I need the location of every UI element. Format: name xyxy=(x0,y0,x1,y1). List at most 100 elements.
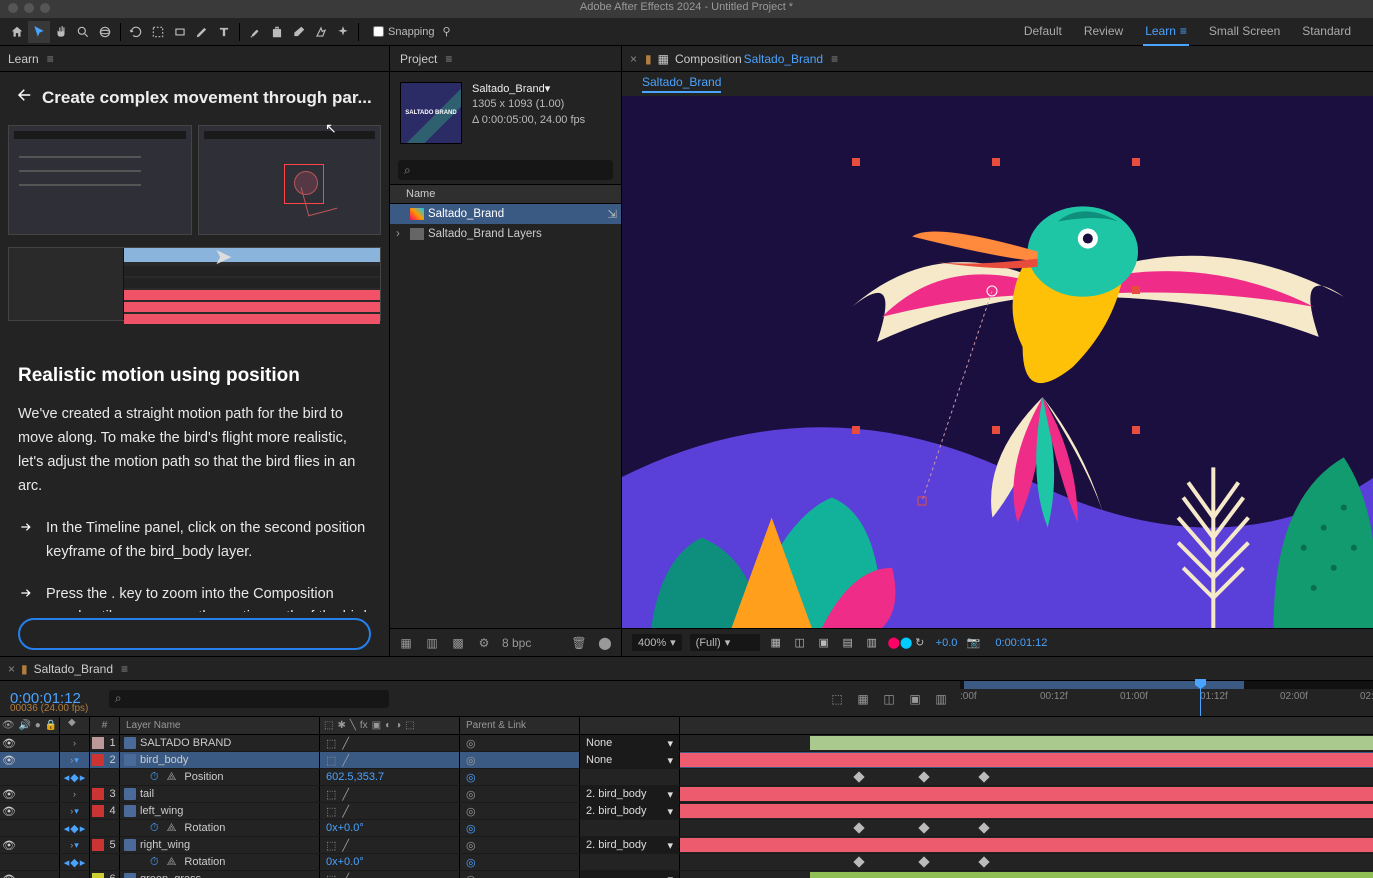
layer-bar[interactable] xyxy=(680,803,1373,819)
flowchart-icon[interactable]: ⇲ xyxy=(607,207,617,221)
pickwhip-icon[interactable]: ◎ xyxy=(466,839,476,852)
property-value[interactable]: 0x+0.0° xyxy=(326,856,364,868)
hand-tool-icon[interactable] xyxy=(50,21,72,43)
prev-keyframe-icon[interactable]: ◂ xyxy=(64,771,70,784)
switch-normal-icon[interactable]: ⬚ xyxy=(326,873,336,878)
keyframe-diamond[interactable] xyxy=(918,771,929,782)
workspace-standard[interactable]: Standard xyxy=(1300,18,1353,46)
next-keyframe-icon[interactable]: ▸ xyxy=(80,771,86,784)
timeline-layer-row[interactable]: 👁›3tail⬚╱◎2. bird_body▾ xyxy=(0,786,1373,803)
compview-tab[interactable]: × ▮ ▦ Composition Saltado_Brand ≡ xyxy=(622,46,1373,72)
next-keyframe-icon[interactable]: ▸ xyxy=(80,822,86,835)
parent-dropdown[interactable]: None▾ xyxy=(580,752,680,768)
bpc-button[interactable]: 8 bpc xyxy=(502,636,531,650)
layer-bar[interactable] xyxy=(680,786,1373,802)
visibility-toggle[interactable]: 👁 xyxy=(0,805,18,818)
eraser-tool-icon[interactable] xyxy=(288,21,310,43)
parent-dropdown[interactable]: 2. bird_body▾ xyxy=(580,786,680,802)
workspace-learn[interactable]: Learn≡ xyxy=(1143,18,1189,46)
layer-bar[interactable] xyxy=(680,837,1373,853)
graph-icon[interactable]: ⟁ xyxy=(167,822,177,835)
stopwatch-icon[interactable]: ⏱ xyxy=(150,822,159,835)
transparency-grid-icon[interactable]: ▦ xyxy=(768,636,784,649)
snapping-magnet-icon[interactable]: ⚲ xyxy=(443,25,451,38)
pickwhip-icon[interactable]: ◎ xyxy=(466,737,476,750)
visibility-toggle[interactable]: 👁 xyxy=(0,788,18,801)
type-tool-icon[interactable] xyxy=(213,21,235,43)
parent-dropdown[interactable]: ▾ xyxy=(580,871,680,878)
project-settings-icon[interactable]: ⚙ xyxy=(476,636,492,650)
property-value[interactable]: 0x+0.0° xyxy=(326,822,364,834)
switch-normal-icon[interactable]: ⬚ xyxy=(326,839,336,852)
pickwhip-icon[interactable]: ◎ xyxy=(466,805,476,818)
rotate-tool-icon[interactable] xyxy=(125,21,147,43)
stopwatch-icon[interactable]: ⏱ xyxy=(150,856,159,869)
keyframe-diamond[interactable] xyxy=(853,822,864,833)
orbit-tool-icon[interactable] xyxy=(94,21,116,43)
new-folder-icon[interactable]: ▥ xyxy=(424,636,440,650)
motion-path[interactable] xyxy=(622,96,1372,616)
layer-bar[interactable] xyxy=(680,735,1373,751)
frame-blend-icon[interactable]: ▦ xyxy=(854,692,872,706)
graph-icon[interactable]: ⟁ xyxy=(167,856,177,869)
grid-icon[interactable]: ▤ xyxy=(840,636,856,649)
twirl-icon[interactable]: › xyxy=(70,840,73,850)
back-arrow-icon[interactable] xyxy=(16,86,34,109)
visibility-toggle[interactable]: 👁 xyxy=(0,754,18,767)
property-value[interactable]: 602.5,353.7 xyxy=(326,771,384,783)
project-search-input[interactable]: ⌕ xyxy=(398,160,613,180)
keyframe-diamond[interactable] xyxy=(978,771,989,782)
prev-keyframe-icon[interactable]: ◂ xyxy=(64,822,70,835)
project-panel-menu-icon[interactable]: ≡ xyxy=(445,52,452,66)
keyframe-diamond[interactable] xyxy=(978,856,989,867)
timeline-search-input[interactable]: ⌕ xyxy=(109,690,389,708)
compview-time[interactable]: 0:00:01:12 xyxy=(995,637,1047,649)
stopwatch-icon[interactable]: ⏱ xyxy=(150,771,159,784)
project-comp-name[interactable]: Saltado_Brand xyxy=(472,83,545,95)
composition-canvas[interactable] xyxy=(622,96,1373,628)
switch-normal-icon[interactable]: ⬚ xyxy=(326,754,336,767)
timeline-property-row[interactable]: ◂◆▸⏱⟁Position602.5,353.7◎ xyxy=(0,769,1373,786)
timeline-layer-row[interactable]: 👁›▾4left_wing⬚╱◎2. bird_body▾ xyxy=(0,803,1373,820)
add-keyframe-icon[interactable]: ◆ xyxy=(70,822,78,835)
region-icon[interactable]: ▣ xyxy=(816,636,832,649)
visibility-toggle[interactable]: 👁 xyxy=(0,737,18,750)
keyframe-diamond[interactable] xyxy=(853,771,864,782)
resolution-dropdown[interactable]: (Full) ▾ xyxy=(690,634,760,651)
toggle-switch-icon[interactable]: ⬤ xyxy=(597,636,613,650)
zoom-tool-icon[interactable] xyxy=(72,21,94,43)
twirl-icon[interactable]: › xyxy=(73,874,76,878)
guides-icon[interactable]: ▥ xyxy=(864,636,880,649)
project-comp-thumbnail[interactable]: SALTADO BRAND xyxy=(400,82,462,144)
parent-dropdown[interactable]: 2. bird_body▾ xyxy=(580,803,680,819)
snapshot-icon[interactable]: 📷 xyxy=(965,636,981,649)
workspace-smallscreen[interactable]: Small Screen xyxy=(1207,18,1282,46)
twirl-icon[interactable]: › xyxy=(70,755,73,765)
timeline-ruler[interactable]: :00f00:12f01:00f01:12f02:00f02:1 xyxy=(960,681,1373,716)
switch-normal-icon[interactable]: ⬚ xyxy=(326,805,336,818)
twirl-icon[interactable]: › xyxy=(73,789,76,799)
next-keyframe-icon[interactable]: ▸ xyxy=(80,856,86,869)
timeline-layer-row[interactable]: 👁›1SALTADO BRAND⬚╱◎None▾ xyxy=(0,735,1373,752)
parent-dropdown[interactable]: 2. bird_body▾ xyxy=(580,837,680,853)
timeline-menu-icon[interactable]: ≡ xyxy=(121,662,128,676)
compview-menu-icon[interactable]: ≡ xyxy=(831,52,838,66)
window-traffic-lights[interactable] xyxy=(8,3,50,13)
new-comp-icon[interactable]: ▩ xyxy=(450,636,466,650)
pen-tool-icon[interactable] xyxy=(191,21,213,43)
clone-tool-icon[interactable] xyxy=(266,21,288,43)
keyframe-diamond[interactable] xyxy=(918,856,929,867)
workspace-review[interactable]: Review xyxy=(1082,18,1125,46)
shy-column-icon[interactable]: ◆ xyxy=(68,717,76,728)
project-column-name[interactable]: Name xyxy=(390,184,621,204)
project-item-folder[interactable]: › Saltado_Brand Layers xyxy=(390,224,621,244)
close-tab-icon[interactable]: × xyxy=(630,52,637,66)
add-keyframe-icon[interactable]: ◆ xyxy=(70,771,78,784)
timeline-tab[interactable]: × ▮ Saltado_Brand ≡ xyxy=(0,657,1373,681)
layer-name-header[interactable]: Layer Name xyxy=(120,717,320,734)
interpret-footage-icon[interactable]: ▦ xyxy=(398,636,414,650)
timeline-property-row[interactable]: ◂◆▸⏱⟁Rotation0x+0.0°◎ xyxy=(0,854,1373,871)
selection-tool-icon[interactable] xyxy=(28,21,50,43)
learn-panel-tab[interactable]: Learn ≡ xyxy=(0,46,389,72)
timeline-property-row[interactable]: ◂◆▸⏱⟁Rotation0x+0.0°◎ xyxy=(0,820,1373,837)
